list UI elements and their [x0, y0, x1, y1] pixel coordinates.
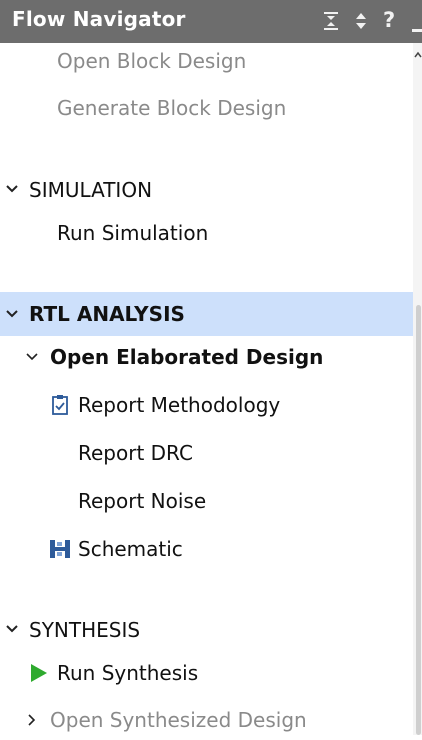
chevron-down-icon[interactable]	[5, 624, 19, 634]
run-play-icon[interactable]	[30, 663, 48, 683]
nav-item-label: Report Methodology	[78, 393, 281, 417]
nav-item-label: Run Simulation	[57, 221, 209, 245]
nav-item-label: Schematic	[78, 537, 183, 561]
nav-item-label: Open Elaborated Design	[50, 345, 324, 369]
nav-item-label: Open Synthesized Design	[50, 708, 307, 732]
section-label: RTL ANALYSIS	[29, 302, 185, 326]
nav-item-generate-block-design[interactable]: Generate Block Design	[0, 88, 413, 128]
chevron-right-icon[interactable]	[27, 713, 37, 727]
nav-item-open-block-design[interactable]: Open Block Design	[0, 41, 413, 81]
nav-item-report-drc[interactable]: Report DRC	[0, 433, 413, 473]
scroll-up-icon[interactable]	[414, 51, 422, 59]
chevron-down-icon[interactable]	[25, 352, 39, 362]
panel-title: Flow Navigator	[12, 7, 186, 31]
nav-item-schematic[interactable]: Schematic	[0, 529, 413, 569]
nav-item-label: Report DRC	[78, 441, 193, 465]
nav-item-label: Report Noise	[78, 489, 207, 513]
nav-item-report-methodology[interactable]: Report Methodology	[0, 385, 413, 425]
section-synthesis[interactable]: SYNTHESIS	[0, 610, 413, 650]
section-label: SIMULATION	[29, 178, 153, 202]
nav-item-report-noise[interactable]: Report Noise	[0, 481, 413, 521]
nav-item-label: Open Block Design	[57, 49, 247, 73]
section-label: SYNTHESIS	[29, 618, 141, 642]
section-simulation[interactable]: SIMULATION	[0, 170, 413, 210]
chevron-down-icon[interactable]	[5, 184, 19, 194]
nav-item-open-elaborated-design[interactable]: Open Elaborated Design	[0, 337, 413, 377]
nav-item-run-simulation[interactable]: Run Simulation	[0, 213, 413, 253]
nav-item-label: Generate Block Design	[57, 96, 287, 120]
collapse-all-icon[interactable]	[321, 11, 341, 31]
nav-item-open-synthesized-design[interactable]: Open Synthesized Design	[0, 700, 413, 740]
clipboard-check-icon	[52, 395, 68, 415]
chevron-down-icon[interactable]	[5, 309, 19, 319]
minimize-icon[interactable]	[412, 29, 422, 32]
nav-item-run-synthesis[interactable]: Run Synthesis	[0, 653, 413, 693]
scrollbar-thumb[interactable]	[416, 305, 421, 735]
schematic-icon	[50, 540, 70, 558]
expand-sort-icon[interactable]	[351, 11, 371, 31]
help-icon[interactable]: ?	[383, 8, 395, 32]
panel-header: Flow Navigator ?	[0, 0, 422, 43]
section-rtl-analysis[interactable]: RTL ANALYSIS	[0, 292, 413, 336]
nav-item-label: Run Synthesis	[57, 661, 199, 685]
